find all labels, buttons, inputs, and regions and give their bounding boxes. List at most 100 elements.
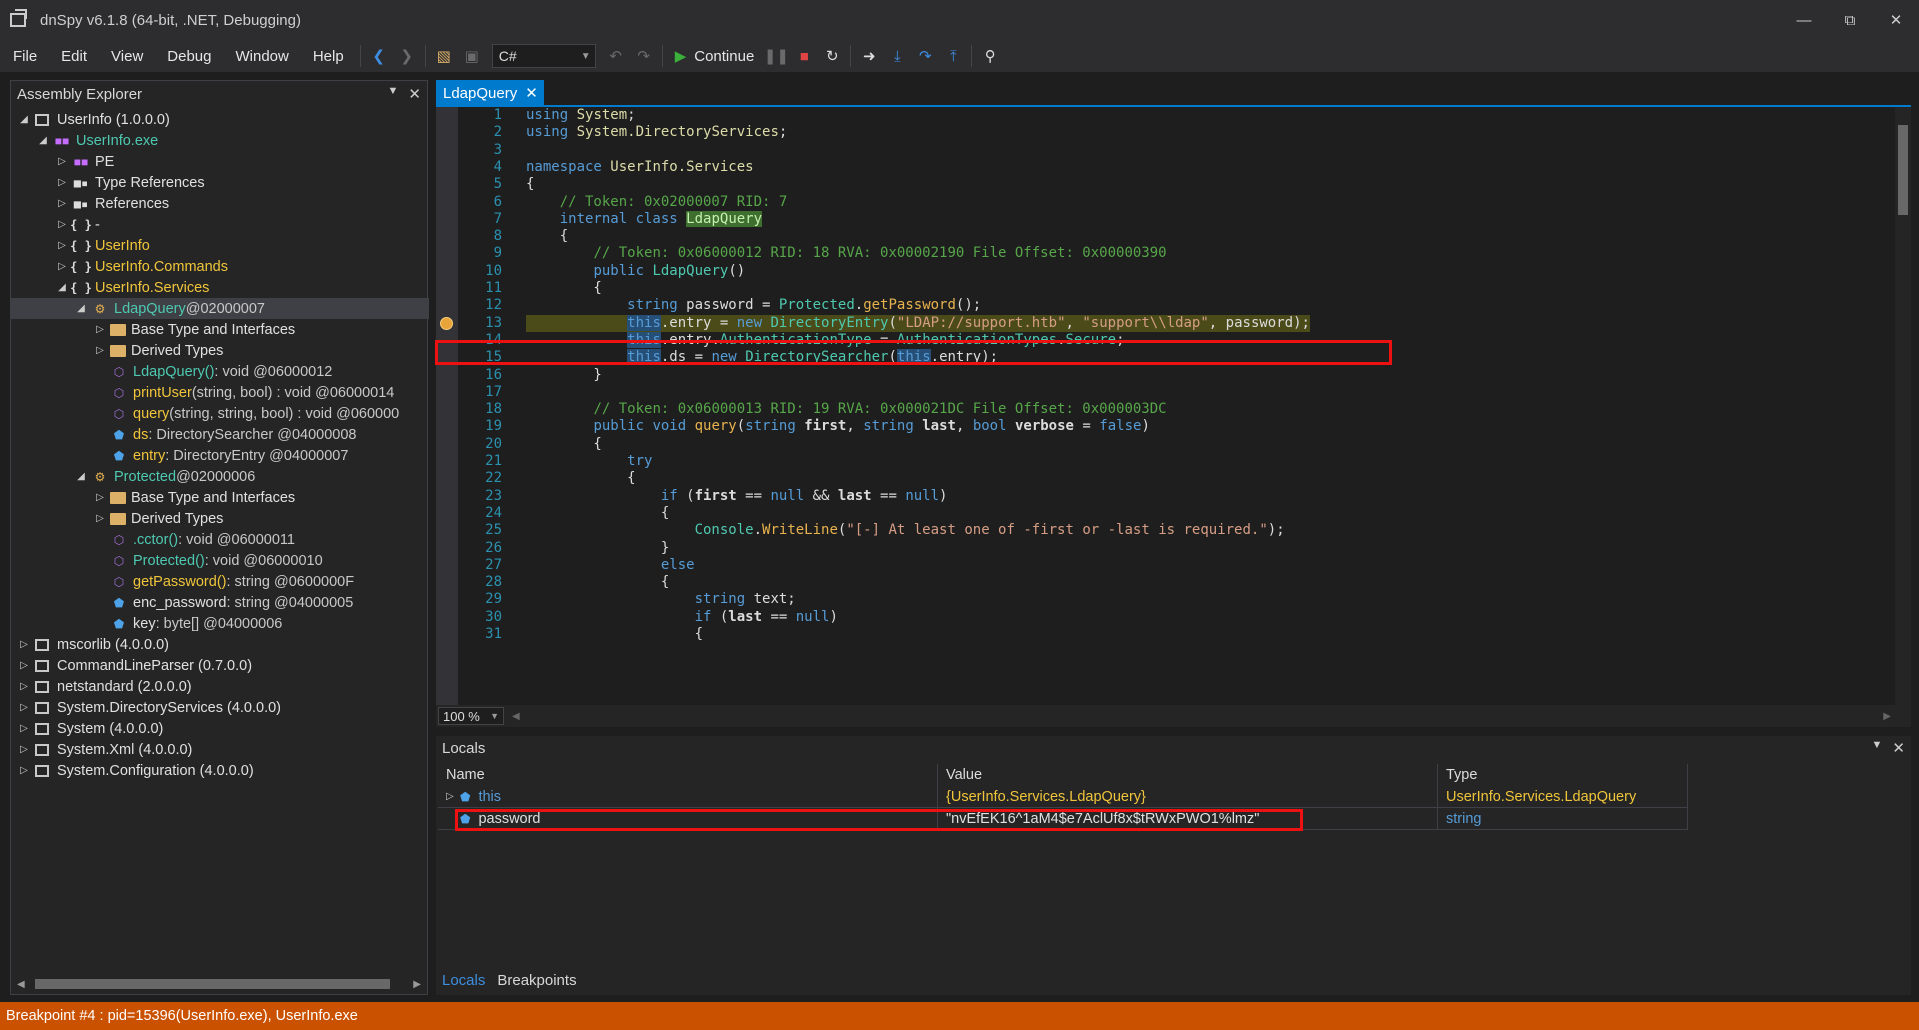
code-line[interactable]: 17 bbox=[436, 384, 1896, 401]
editor-vertical-scrollbar[interactable] bbox=[1895, 107, 1911, 705]
code-line[interactable]: 18 // Token: 0x06000013 RID: 19 RVA: 0x0… bbox=[436, 401, 1896, 418]
restore-button[interactable]: ⧉ bbox=[1827, 0, 1873, 40]
tab-breakpoints[interactable]: Breakpoints bbox=[491, 972, 582, 989]
col-name[interactable]: Name bbox=[438, 764, 938, 786]
code-line[interactable]: 9 // Token: 0x06000012 RID: 18 RVA: 0x00… bbox=[436, 245, 1896, 262]
language-select[interactable]: C# ▼ bbox=[491, 44, 596, 68]
menu-view[interactable]: View bbox=[99, 48, 155, 65]
collapsed-arrow-icon[interactable]: ▷ bbox=[17, 744, 31, 755]
collapsed-arrow-icon[interactable]: ▷ bbox=[55, 261, 69, 272]
collapsed-arrow-icon[interactable]: ▷ bbox=[17, 723, 31, 734]
code-line[interactable]: 8 { bbox=[436, 228, 1896, 245]
code-line[interactable]: 6 // Token: 0x02000007 RID: 7 bbox=[436, 194, 1896, 211]
code-line[interactable]: 7 internal class LdapQuery bbox=[436, 210, 1896, 228]
tree-item[interactable]: ⬟ entry : DirectoryEntry @04000007 bbox=[11, 445, 429, 466]
collapsed-arrow-icon[interactable]: ▷ bbox=[55, 240, 69, 251]
tree-item[interactable]: ◢ ⚙ Protected @02000006 bbox=[11, 466, 429, 487]
code-line[interactable]: 4 namespace UserInfo.Services bbox=[436, 159, 1896, 176]
tree-item[interactable]: ▷ ■■ PE bbox=[11, 151, 429, 172]
collapsed-arrow-icon[interactable]: ▷ bbox=[55, 198, 69, 209]
nav-forward-icon[interactable]: ❯ bbox=[393, 44, 421, 68]
code-line[interactable]: 5{ bbox=[436, 176, 1896, 193]
tree-item[interactable]: ▷ Base Type and Interfaces bbox=[11, 487, 429, 508]
collapsed-arrow-icon[interactable]: ▷ bbox=[17, 702, 31, 713]
tree-item[interactable]: ⬟ key : byte[] @04000006 bbox=[11, 613, 429, 634]
menu-help[interactable]: Help bbox=[301, 48, 356, 65]
code-line[interactable]: 25 Console.WriteLine("[-] At least one o… bbox=[436, 522, 1896, 539]
code-line[interactable]: 13 this.entry = new DirectoryEntry("LDAP… bbox=[436, 314, 1896, 332]
code-line[interactable]: 22 { bbox=[436, 470, 1896, 487]
code-line[interactable]: 2 using System.DirectoryServices; bbox=[436, 124, 1896, 141]
menu-debug[interactable]: Debug bbox=[155, 48, 223, 65]
tree-item[interactable]: ▷{ } UserInfo bbox=[11, 235, 429, 256]
code-line[interactable]: 27 else bbox=[436, 557, 1896, 574]
collapsed-arrow-icon[interactable]: ▷ bbox=[17, 660, 31, 671]
collapsed-arrow-icon[interactable]: ▷ bbox=[55, 219, 69, 230]
code-line[interactable]: 26 } bbox=[436, 540, 1896, 557]
tree-item[interactable]: ⬟ ds : DirectorySearcher @04000008 bbox=[11, 424, 429, 445]
horizontal-scrollbar[interactable]: ◀ ▶ bbox=[11, 974, 427, 994]
table-row[interactable]: ▷ ⬟ this {UserInfo.Services.LdapQuery} U… bbox=[438, 786, 1688, 808]
undo-icon[interactable]: ↶ bbox=[602, 44, 630, 68]
search-icon[interactable]: ⚲ bbox=[976, 44, 1004, 68]
code-line[interactable]: 28 { bbox=[436, 574, 1896, 591]
pause-icon[interactable]: ❚❚ bbox=[762, 44, 790, 68]
panel-menu-icon[interactable]: ▼ bbox=[388, 85, 399, 103]
collapsed-arrow-icon[interactable]: ▷ bbox=[93, 324, 107, 335]
collapsed-arrow-icon[interactable]: ▷ bbox=[93, 492, 107, 503]
tree-item[interactable]: ▷ System.Xml (4.0.0.0) bbox=[11, 739, 429, 760]
tree-item[interactable]: ⬡ .cctor() : void @06000011 bbox=[11, 529, 429, 550]
show-next-statement-icon[interactable]: ➜ bbox=[855, 44, 883, 68]
code-line[interactable]: 29 string text; bbox=[436, 591, 1896, 608]
tree-item[interactable]: ▷ netstandard (2.0.0.0) bbox=[11, 676, 429, 697]
col-value[interactable]: Value bbox=[938, 764, 1438, 786]
open-folder-icon[interactable]: ▧ bbox=[430, 44, 458, 68]
panel-close-icon[interactable]: ✕ bbox=[408, 85, 421, 103]
code-line[interactable]: 10 public LdapQuery() bbox=[436, 263, 1896, 280]
col-type[interactable]: Type bbox=[1438, 764, 1688, 786]
code-line[interactable]: 31 { bbox=[436, 626, 1896, 643]
expanded-arrow-icon[interactable]: ◢ bbox=[36, 135, 50, 146]
collapsed-arrow-icon[interactable]: ▷ bbox=[93, 513, 107, 524]
tree-item[interactable]: ▷ CommandLineParser (0.7.0.0) bbox=[11, 655, 429, 676]
tree-item[interactable]: ◢ UserInfo (1.0.0.0) bbox=[11, 109, 429, 130]
expanded-arrow-icon[interactable]: ◢ bbox=[55, 282, 69, 293]
close-tab-icon[interactable]: ✕ bbox=[525, 84, 538, 102]
tree-item[interactable]: ▷{ } UserInfo.Commands bbox=[11, 256, 429, 277]
code-line[interactable]: 3 bbox=[436, 142, 1896, 159]
tree-item[interactable]: ▷ ■▪ Type References bbox=[11, 172, 429, 193]
code-line[interactable]: 24 { bbox=[436, 505, 1896, 522]
code-line[interactable]: 19 public void query(string first, strin… bbox=[436, 418, 1896, 435]
nav-back-icon[interactable]: ❮ bbox=[365, 44, 393, 68]
tab-ldapquery[interactable]: LdapQuery ✕ bbox=[436, 80, 544, 106]
collapsed-arrow-icon[interactable]: ▷ bbox=[17, 681, 31, 692]
code-line[interactable]: 21 try bbox=[436, 453, 1896, 470]
collapsed-arrow-icon[interactable]: ▷ bbox=[17, 639, 31, 650]
tree-item[interactable]: ◢ ⚙ LdapQuery @02000007 bbox=[11, 298, 429, 319]
code-line[interactable]: 16 } bbox=[436, 367, 1896, 384]
tree-item[interactable]: ▷ Derived Types bbox=[11, 508, 429, 529]
tree-item[interactable]: ▷ Derived Types bbox=[11, 340, 429, 361]
tree-item[interactable]: ⬡ query (string, string, bool) : void @060… bbox=[11, 403, 429, 424]
continue-button[interactable]: ▶ Continue bbox=[667, 47, 763, 66]
code-line[interactable]: 20 { bbox=[436, 436, 1896, 453]
tree-item[interactable]: ◢{ } UserInfo.Services bbox=[11, 277, 429, 298]
tree-item[interactable]: ▷ System.Configuration (4.0.0.0) bbox=[11, 760, 429, 781]
tree-item[interactable]: ⬡ Protected() : void @06000010 bbox=[11, 550, 429, 571]
code-line[interactable]: 12 string password = Protected.getPasswo… bbox=[436, 297, 1896, 314]
tree-item[interactable]: ▷{ } - bbox=[11, 214, 429, 235]
tree-item[interactable]: ⬟ enc_password : string @04000005 bbox=[11, 592, 429, 613]
locals-close-icon[interactable]: ✕ bbox=[1892, 739, 1905, 757]
step-into-icon[interactable]: ⤓ bbox=[883, 44, 911, 68]
tree-item[interactable]: ⬡ printUser (string, bool) : void @0600001… bbox=[11, 382, 429, 403]
minimize-button[interactable]: — bbox=[1781, 0, 1827, 40]
expanded-arrow-icon[interactable]: ◢ bbox=[74, 303, 88, 314]
code-line[interactable]: 1 using System; bbox=[436, 107, 1896, 124]
stop-icon[interactable]: ■ bbox=[790, 44, 818, 68]
collapsed-arrow-icon[interactable]: ▷ bbox=[55, 156, 69, 167]
tree-item[interactable]: ▷ ■▪ References bbox=[11, 193, 429, 214]
save-all-icon[interactable]: ▣ bbox=[458, 44, 486, 68]
locals-menu-icon[interactable]: ▼ bbox=[1872, 739, 1883, 757]
menu-edit[interactable]: Edit bbox=[49, 48, 99, 65]
code-line[interactable]: 23 if (first == null && last == null) bbox=[436, 488, 1896, 505]
